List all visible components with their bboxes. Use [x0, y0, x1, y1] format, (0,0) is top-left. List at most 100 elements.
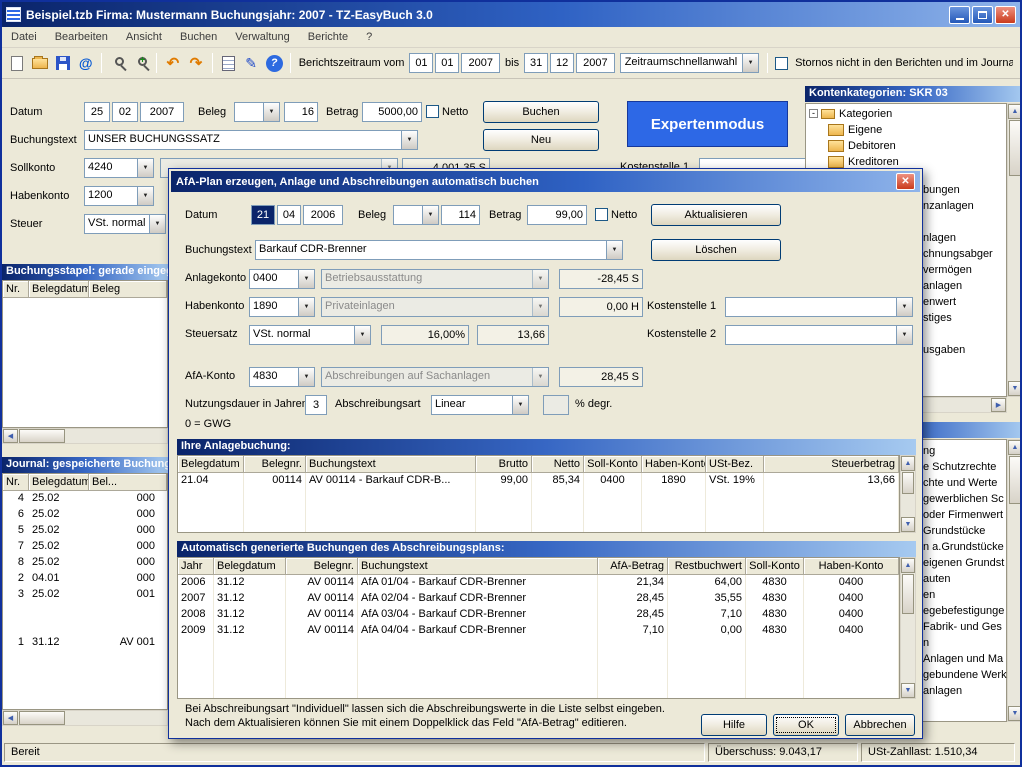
column-header[interactable]: Steuerbetrag [764, 456, 899, 473]
neu-button[interactable]: Neu [483, 129, 599, 151]
column-header[interactable]: Soll-Konto [746, 558, 804, 575]
buchungstext-combo[interactable]: UNSER BUCHUNGSSATZ [84, 130, 418, 150]
scroll-up-icon[interactable] [901, 558, 915, 573]
chevron-down-icon[interactable] [401, 131, 417, 149]
stornos-checkbox[interactable] [775, 57, 788, 70]
journal-hscrollbar[interactable] [2, 710, 168, 726]
scroll-thumb[interactable] [1009, 456, 1021, 504]
tree-item-fragment[interactable]: bungen [923, 182, 1007, 198]
table-row[interactable]: 204.01000 [3, 571, 167, 587]
tree-item-fragment[interactable]: Fabrik- und Ges [923, 619, 1007, 635]
scroll-up-icon[interactable] [1008, 440, 1022, 455]
chevron-down-icon[interactable] [263, 103, 279, 121]
dialog-close-button[interactable] [896, 173, 915, 190]
dlg-datum-day-field[interactable]: 21 [251, 205, 275, 225]
edit-icon[interactable] [241, 52, 262, 75]
chevron-down-icon[interactable] [606, 241, 622, 259]
table-row[interactable]: 200631.12AV 00114AfA 01/04 - Barkauf CDR… [178, 575, 899, 591]
table-row[interactable] [3, 619, 167, 635]
habenkonto-combo[interactable]: 1200 [84, 186, 154, 206]
column-header[interactable]: Belegnr. [244, 456, 306, 473]
column-header[interactable]: Brutto [476, 456, 532, 473]
scroll-right-icon[interactable] [991, 398, 1006, 412]
menu-item[interactable]: Datei [2, 28, 46, 46]
tree-item[interactable]: Eigene [828, 122, 899, 138]
abbrechen-button[interactable]: Abbrechen [845, 714, 915, 736]
maximize-button[interactable] [972, 6, 993, 24]
anlagekonto-combo[interactable]: 0400 [249, 269, 315, 289]
dlg-kostenstelle1-combo[interactable] [725, 297, 913, 317]
dlg-buchungstext-combo[interactable]: Barkauf CDR-Brenner [255, 240, 623, 260]
column-header[interactable]: Haben-Konto [804, 558, 899, 575]
tree-item-fragment[interactable]: enwert [923, 294, 1007, 310]
scroll-left-icon[interactable] [3, 429, 18, 443]
column-header[interactable]: AfA-Betrag [598, 558, 668, 575]
save-icon[interactable] [52, 52, 73, 75]
tree-item-fragment[interactable]: oder Firmenwert [923, 507, 1007, 523]
mail-icon[interactable] [75, 52, 96, 75]
tree-item-fragment[interactable]: nzanlagen [923, 198, 1007, 214]
dlg-betrag-field[interactable]: 99,00 [527, 205, 587, 225]
aktualisieren-button[interactable]: Aktualisieren [651, 204, 781, 226]
menu-item[interactable]: Buchen [171, 28, 226, 46]
stack-hscrollbar[interactable] [2, 428, 168, 444]
netto-checkbox[interactable] [426, 105, 439, 118]
tree-item-fragment[interactable] [923, 214, 1007, 230]
dlg-kostenstelle2-combo[interactable] [725, 325, 913, 345]
table-row[interactable]: 200731.12AV 00114AfA 02/04 - Barkauf CDR… [178, 591, 899, 607]
menu-item[interactable]: Berichte [299, 28, 357, 46]
column-header[interactable]: Netto [532, 456, 584, 473]
table-row[interactable]: 200831.12AV 00114AfA 03/04 - Barkauf CDR… [178, 607, 899, 623]
chevron-down-icon[interactable] [149, 215, 165, 233]
tree-item-fragment[interactable]: chte und Werte [923, 475, 1007, 491]
table-row[interactable]: 325.02001 [3, 587, 167, 603]
tree-item-fragment[interactable]: en [923, 587, 1007, 603]
stack-table[interactable]: Nr.BelegdatumBeleg [2, 280, 168, 428]
chevron-down-icon[interactable] [422, 206, 438, 224]
period-from-year[interactable]: 2007 [461, 53, 500, 73]
table-row[interactable]: 131.12AV 001 [3, 635, 167, 651]
chevron-down-icon[interactable] [896, 298, 912, 316]
table-row[interactable]: 725.02000 [3, 539, 167, 555]
menu-item[interactable]: ? [357, 28, 381, 46]
betrag-field[interactable]: 5000,00 [362, 102, 422, 122]
column-header[interactable]: Belegdatum [178, 456, 244, 473]
table-row[interactable]: 425.02000 [3, 491, 167, 507]
scroll-down-icon[interactable] [901, 517, 915, 532]
steuer-combo[interactable]: VSt. normal [84, 214, 166, 234]
chevron-down-icon[interactable] [354, 326, 370, 344]
column-header[interactable]: Nr. [3, 281, 29, 298]
tree-item-fragment[interactable]: vermögen [923, 262, 1007, 278]
undo-icon[interactable] [162, 52, 183, 75]
tree-item-fragment[interactable]: auten [923, 571, 1007, 587]
chevron-down-icon[interactable] [298, 270, 314, 288]
window-titlebar[interactable]: Beispiel.tzb Firma: Mustermann Buchungsj… [2, 2, 1020, 27]
tree-item-fragment[interactable]: chnungsabger [923, 246, 1007, 262]
datum-day-field[interactable]: 25 [84, 102, 110, 122]
tree-item-fragment[interactable]: nlagen [923, 230, 1007, 246]
collapse-icon[interactable] [809, 109, 818, 118]
tree-root-label[interactable]: Kategorien [839, 108, 892, 120]
datum-month-field[interactable]: 02 [112, 102, 138, 122]
close-button[interactable] [995, 6, 1016, 24]
column-header[interactable]: Buchungstext [358, 558, 598, 575]
zeitraum-combo[interactable]: Zeitraumschnellanwahl [620, 53, 759, 73]
chevron-down-icon[interactable] [742, 54, 758, 72]
chevron-down-icon[interactable] [298, 298, 314, 316]
beleg-combo[interactable] [234, 102, 280, 122]
tree-item-fragment[interactable]: anlagen [923, 683, 1007, 699]
column-header[interactable]: Bel... [89, 474, 167, 491]
scroll-down-icon[interactable] [901, 683, 915, 698]
column-header[interactable]: Soll-Konto [584, 456, 642, 473]
tree-item-fragment[interactable]: anlagen [923, 278, 1007, 294]
minimize-button[interactable] [949, 6, 970, 24]
steuersatz-combo[interactable]: VSt. normal [249, 325, 371, 345]
dlg-netto-checkbox[interactable] [595, 208, 608, 221]
tree-item-fragment[interactable]: gewerblichen Sc [923, 491, 1007, 507]
scroll-thumb[interactable] [902, 472, 914, 494]
column-header[interactable]: Nr. [3, 474, 29, 491]
tree-item-fragment[interactable]: e Schutzrechte [923, 459, 1007, 475]
chevron-down-icon[interactable] [512, 396, 528, 414]
column-header[interactable]: USt-Bez. [706, 456, 764, 473]
chevron-down-icon[interactable] [298, 368, 314, 386]
